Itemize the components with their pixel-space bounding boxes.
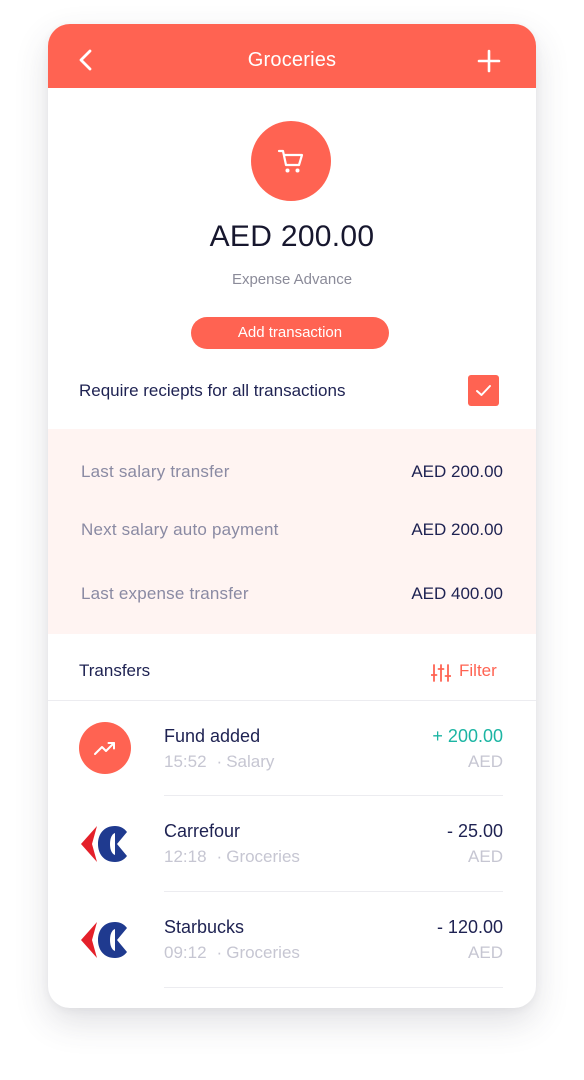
header-bar: Groceries (48, 24, 536, 88)
transaction-name: Fund added (164, 726, 261, 746)
transaction-meta: 12:18 · Groceries (164, 847, 300, 866)
summary-row: Last expense transfer AED 400.00 (81, 584, 503, 608)
transaction-category: Salary (226, 752, 275, 771)
transaction-row[interactable]: Starbucks 09:12 · Groceries - 120.00 AED (48, 892, 536, 988)
transaction-currency: AED (468, 847, 503, 866)
carrefour-logo-icon (81, 826, 127, 862)
transaction-meta: 15:52 · Salary (164, 752, 275, 771)
filter-label: Filter (459, 661, 497, 680)
summary-value: AED 400.00 (411, 584, 503, 603)
transaction-logo (79, 914, 131, 966)
trending-up-icon (94, 742, 115, 755)
transaction-icon-badge (79, 722, 131, 774)
transfers-heading: Transfers (79, 661, 151, 680)
transaction-row[interactable]: Fund added 15:52 · Salary + 200.00 AED (48, 701, 536, 796)
sliders-icon (431, 664, 451, 682)
summary-label: Next salary auto payment (81, 520, 279, 539)
transaction-currency: AED (468, 943, 503, 962)
add-button[interactable] (476, 48, 502, 74)
divider (164, 987, 503, 988)
require-receipts-label: Require reciepts for all transactions (79, 381, 346, 400)
carrefour-logo-icon (81, 922, 127, 958)
salary-summary-panel: Last salary transfer AED 200.00 Next sal… (48, 429, 536, 634)
transaction-name: Carrefour (164, 821, 241, 841)
summary-value: AED 200.00 (411, 462, 503, 481)
category-subtitle: Expense Advance (231, 271, 353, 288)
transaction-time: 15:52 (164, 752, 207, 771)
plus-icon (477, 49, 501, 73)
category-amount: AED 200.00 (209, 220, 375, 253)
summary-row: Next salary auto payment AED 200.00 (81, 520, 503, 544)
page-title: Groceries (247, 49, 337, 71)
transaction-category: Groceries (226, 847, 300, 866)
transaction-amount: + 200.00 (432, 726, 503, 746)
summary-label: Last salary transfer (81, 462, 230, 481)
transaction-amount: - 120.00 (436, 917, 503, 937)
require-receipts-checkbox[interactable] (468, 375, 499, 406)
transaction-meta: 09:12 · Groceries (164, 943, 300, 962)
checkmark-icon (476, 385, 491, 396)
transaction-category: Groceries (226, 943, 300, 962)
expense-card: Groceries AED 200.00 Expense Advance Add… (48, 24, 536, 1008)
transaction-row[interactable]: Carrefour 12:18 · Groceries - 25.00 AED (48, 796, 536, 892)
transaction-time: 09:12 (164, 943, 207, 962)
transaction-amount: - 25.00 (446, 821, 503, 841)
summary-label: Last expense transfer (81, 584, 249, 603)
summary-value: AED 200.00 (411, 520, 503, 539)
shopping-cart-icon (277, 149, 304, 173)
add-transaction-button[interactable]: Add transaction (191, 317, 389, 349)
transaction-name: Starbucks (164, 917, 245, 937)
transaction-currency: AED (468, 752, 503, 771)
transaction-time: 12:18 (164, 847, 207, 866)
category-icon-badge (251, 121, 331, 201)
summary-row: Last salary transfer AED 200.00 (81, 462, 503, 486)
transaction-logo (79, 818, 131, 870)
